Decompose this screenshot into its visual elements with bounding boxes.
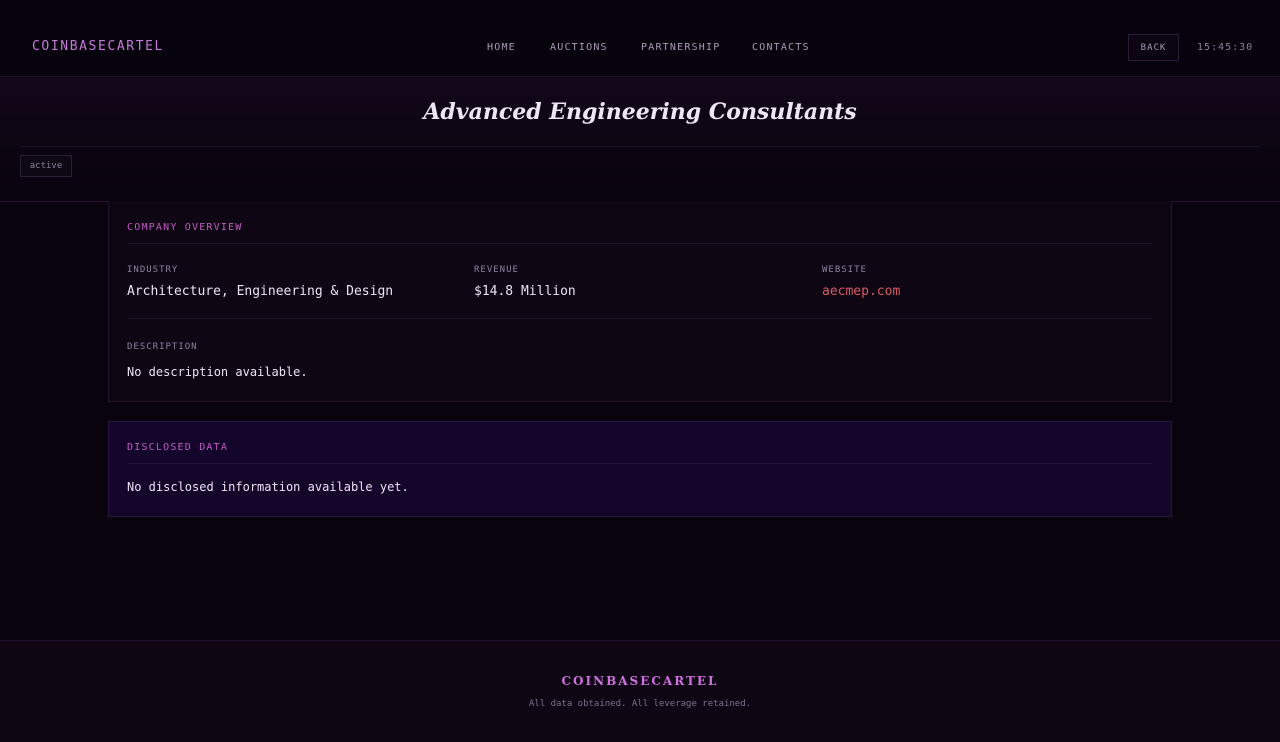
page-title: Advanced Engineering Consultants: [423, 99, 857, 125]
nav-item-home[interactable]: HOME: [487, 42, 516, 53]
disclosed-data-card: DISCLOSED DATA No disclosed information …: [108, 421, 1172, 517]
page-footer: COINBASECARTEL All data obtained. All le…: [0, 640, 1280, 742]
overview-heading: COMPANY OVERVIEW: [127, 222, 243, 233]
top-header: COINBASECARTEL HOME AUCTIONS PARTNERSHIP…: [0, 0, 1280, 77]
footer-tagline: All data obtained. All leverage retained…: [528, 699, 752, 709]
disclosed-divider: [127, 463, 1152, 464]
website-field: aecmep.com: [822, 284, 900, 299]
footer-brand: COINBASECARTEL: [561, 674, 719, 688]
revenue-label: REVENUE: [474, 265, 519, 275]
status-badge: active: [20, 155, 72, 177]
overview-field-divider: [127, 318, 1152, 319]
industry-label: INDUSTRY: [127, 265, 179, 275]
revenue-value: $14.8 Million: [474, 284, 576, 299]
disclosed-text: No disclosed information available yet.: [127, 480, 409, 494]
main-nav: HOME AUCTIONS PARTNERSHIP CONTACTS: [0, 42, 1280, 56]
nav-item-auctions[interactable]: AUCTIONS: [550, 42, 608, 53]
website-label: WEBSITE: [822, 265, 867, 275]
company-title-band: Advanced Engineering Consultants active: [0, 77, 1280, 202]
description-text: No description available.: [127, 365, 308, 379]
website-link[interactable]: aecmep.com: [822, 284, 900, 299]
clock-display: 15:45:30: [1197, 42, 1254, 53]
nav-item-partnership[interactable]: PARTNERSHIP: [641, 42, 720, 53]
industry-value: Architecture, Engineering & Design: [127, 284, 394, 299]
nav-item-contacts[interactable]: CONTACTS: [752, 42, 810, 53]
company-overview-card: COMPANY OVERVIEW INDUSTRY Architecture, …: [108, 201, 1172, 402]
disclosed-heading: DISCLOSED DATA: [127, 442, 229, 453]
description-label: DESCRIPTION: [127, 342, 198, 352]
overview-divider: [127, 243, 1152, 244]
title-divider: [20, 146, 1260, 147]
back-button[interactable]: BACK: [1128, 34, 1179, 61]
